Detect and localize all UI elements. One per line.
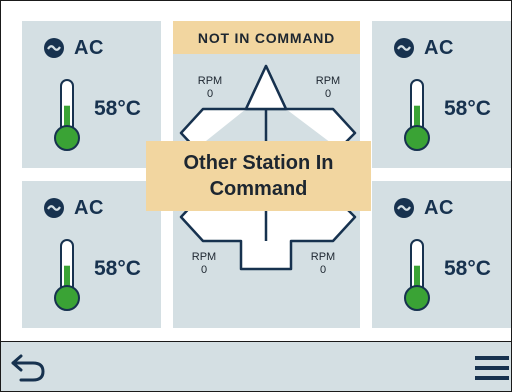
engine-rpm-top-left: RPM 0 (190, 75, 230, 101)
temperature-readout: 58°C (94, 257, 141, 280)
mode-row: AC (394, 36, 454, 60)
power-cycle-icon (44, 38, 64, 58)
overlay-line-2: Command (209, 178, 308, 200)
mode-row: AC (44, 196, 104, 220)
back-arrow-icon[interactable] (9, 352, 47, 382)
thermometer-icon (54, 79, 80, 151)
temperature-panel-bottom-left[interactable]: AC 58°C (22, 181, 161, 328)
rpm-value: 0 (324, 88, 332, 100)
thermometer-icon (54, 239, 80, 311)
temperature-panel-top-right[interactable]: AC 58°C (372, 21, 511, 168)
mode-label: AC (74, 36, 104, 59)
engine-rpm-bottom-left: RPM 0 (184, 251, 224, 277)
engine-rpm-bottom-right: RPM 0 (303, 251, 343, 277)
mode-label: AC (74, 196, 104, 219)
overlay-line-1: Other Station In (183, 152, 334, 174)
rpm-label: RPM (310, 251, 336, 263)
command-overlay: Other Station In Command (146, 141, 371, 211)
engine-rpm-top-right: RPM 0 (308, 75, 348, 101)
footer-bar (1, 341, 511, 391)
mode-row: AC (394, 196, 454, 220)
mode-row: AC (44, 36, 104, 60)
temperature-readout: 58°C (444, 257, 491, 280)
station-screen: AC 58°C AC 58°C AC 58°C AC 58°C RPM 0 RP… (0, 0, 512, 392)
rpm-value: 0 (319, 264, 327, 276)
hamburger-menu-icon[interactable] (475, 354, 509, 382)
power-cycle-icon (394, 198, 414, 218)
temperature-readout: 58°C (444, 97, 491, 120)
status-banner: NOT IN COMMAND (173, 21, 360, 54)
power-cycle-icon (394, 38, 414, 58)
rpm-label: RPM (191, 251, 217, 263)
thermometer-icon (404, 239, 430, 311)
rpm-value: 0 (200, 264, 208, 276)
thermometer-icon (404, 79, 430, 151)
rpm-value: 0 (206, 88, 214, 100)
temperature-readout: 58°C (94, 97, 141, 120)
mode-label: AC (424, 196, 454, 219)
temperature-panel-bottom-right[interactable]: AC 58°C (372, 181, 511, 328)
rpm-label: RPM (197, 75, 223, 87)
temperature-panel-top-left[interactable]: AC 58°C (22, 21, 161, 168)
power-cycle-icon (44, 198, 64, 218)
rpm-label: RPM (315, 75, 341, 87)
mode-label: AC (424, 36, 454, 59)
